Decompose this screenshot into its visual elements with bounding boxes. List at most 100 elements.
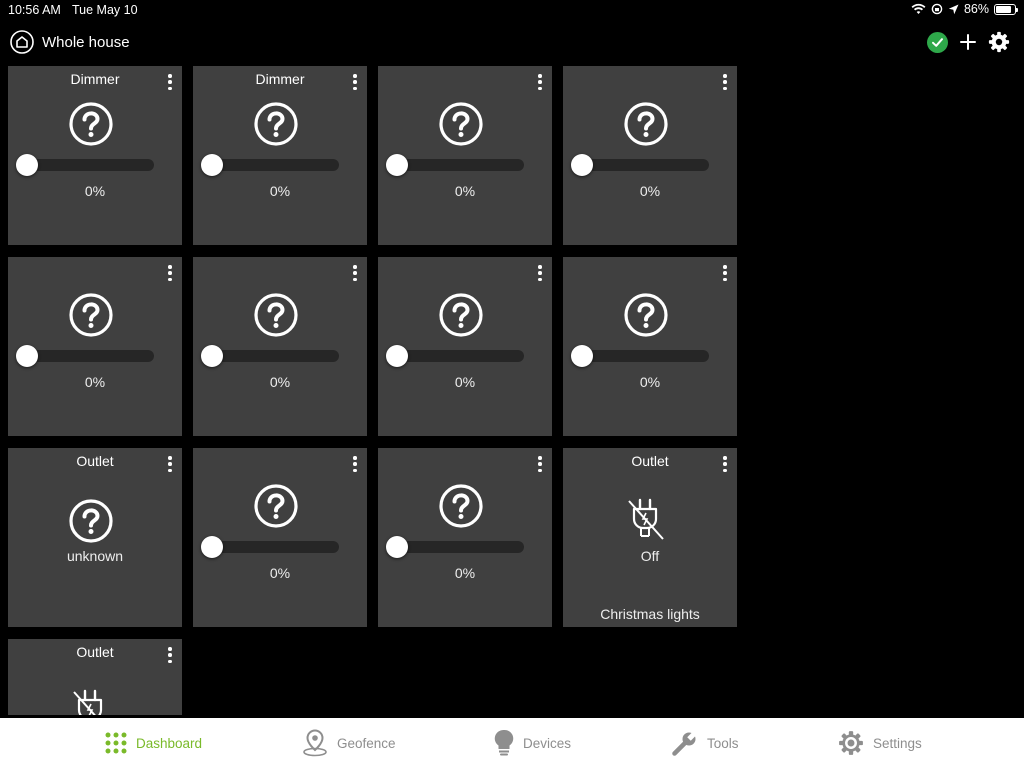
wifi-icon [911, 3, 926, 14]
tile-title: Outlet [76, 644, 114, 660]
tile-menu-icon[interactable] [351, 74, 359, 90]
lightbulb-icon [494, 729, 514, 756]
dimmer-slider-knob[interactable] [571, 345, 593, 367]
battery-icon [994, 3, 1018, 15]
settings-gear-icon[interactable] [988, 31, 1010, 53]
tile-menu-icon[interactable] [166, 74, 174, 90]
plug-off-icon [628, 498, 664, 540]
unknown-device-icon [254, 102, 298, 146]
dimmer-slider-knob[interactable] [386, 154, 408, 176]
unknown-device-icon [624, 293, 668, 337]
dimmer-level: 0% [454, 183, 476, 199]
dimmer-level: 0% [84, 374, 106, 390]
location-pin-icon [303, 729, 327, 757]
dimmer-slider[interactable] [575, 350, 709, 362]
dimmer-slider[interactable] [390, 159, 524, 171]
tile-title: Dimmer [255, 71, 305, 87]
device-tile[interactable]: Dimmer 0% [8, 66, 182, 245]
tab-dashboard[interactable]: Dashboard [105, 718, 202, 768]
tile-menu-icon[interactable] [536, 74, 544, 90]
tile-menu-icon[interactable] [351, 265, 359, 281]
dimmer-level: 0% [639, 374, 661, 390]
dimmer-slider[interactable] [20, 159, 154, 171]
tab-label: Settings [873, 735, 922, 751]
home-selector[interactable]: Whole house [10, 30, 130, 54]
tile-menu-icon[interactable] [166, 647, 174, 663]
dimmer-slider-knob[interactable] [386, 345, 408, 367]
dimmer-level: 0% [454, 374, 476, 390]
tab-tools[interactable]: Tools [672, 718, 739, 768]
tile-menu-icon[interactable] [536, 456, 544, 472]
tile-menu-icon[interactable] [721, 456, 729, 472]
device-tile[interactable]: Outlet [8, 639, 182, 715]
header: Whole house [0, 28, 1024, 58]
plug-off-icon [73, 689, 103, 715]
dimmer-slider-knob[interactable] [201, 154, 223, 176]
dimmer-slider[interactable] [390, 350, 524, 362]
orientation-lock-icon [931, 3, 943, 15]
dimmer-slider[interactable] [205, 541, 339, 553]
tile-title: Dimmer [70, 71, 120, 87]
tile-menu-icon[interactable] [536, 265, 544, 281]
unknown-device-icon [254, 293, 298, 337]
header-actions [927, 31, 1010, 53]
device-tile[interactable]: 0% [563, 257, 737, 436]
dimmer-slider-knob[interactable] [16, 345, 38, 367]
tab-geofence[interactable]: Geofence [302, 718, 396, 768]
status-indicators: 86% [911, 2, 1018, 16]
outlet-status: Off [640, 548, 660, 564]
tile-device-name: Christmas lights [600, 606, 700, 622]
tile-menu-icon[interactable] [721, 74, 729, 90]
device-tile[interactable]: Outlet Off Christmas lights [563, 448, 737, 627]
dimmer-level: 0% [454, 565, 476, 581]
dimmer-slider-knob[interactable] [201, 345, 223, 367]
add-icon[interactable] [958, 32, 978, 52]
battery-percent: 86% [963, 2, 989, 16]
grid-icon [105, 732, 127, 754]
connection-status-icon[interactable] [927, 31, 948, 53]
tile-menu-icon[interactable] [166, 265, 174, 281]
device-tile[interactable]: 0% [8, 257, 182, 436]
dimmer-level: 0% [269, 183, 291, 199]
device-tile[interactable]: 0% [563, 66, 737, 245]
device-tile[interactable]: 0% [193, 448, 367, 627]
tile-menu-icon[interactable] [721, 265, 729, 281]
dimmer-level: 0% [84, 183, 106, 199]
tab-label: Tools [707, 735, 739, 751]
dimmer-slider-knob[interactable] [16, 154, 38, 176]
dimmer-slider[interactable] [205, 159, 339, 171]
dimmer-slider[interactable] [575, 159, 709, 171]
dimmer-level: 0% [269, 565, 291, 581]
tab-settings[interactable]: Settings [838, 718, 922, 768]
dimmer-slider[interactable] [205, 350, 339, 362]
status-time: 10:56 AM [8, 3, 61, 17]
device-tile[interactable]: Dimmer 0% [193, 66, 367, 245]
device-tile[interactable]: 0% [378, 257, 552, 436]
location-arrow-icon [948, 4, 959, 14]
outlet-status: unknown [66, 548, 124, 564]
status-bar: 10:56 AM Tue May 10 86% [0, 0, 1024, 20]
tile-title: Outlet [76, 453, 114, 469]
tab-label: Geofence [337, 735, 396, 751]
device-tile[interactable]: 0% [378, 448, 552, 627]
device-tile[interactable]: Outlet unknown [8, 448, 182, 627]
dimmer-slider-knob[interactable] [386, 536, 408, 558]
dimmer-slider-knob[interactable] [201, 536, 223, 558]
tile-menu-icon[interactable] [351, 456, 359, 472]
dimmer-slider[interactable] [390, 541, 524, 553]
unknown-device-icon [254, 484, 298, 528]
dimmer-slider[interactable] [20, 350, 154, 362]
unknown-device-icon [439, 102, 483, 146]
unknown-device-icon [439, 293, 483, 337]
device-tile[interactable]: 0% [378, 66, 552, 245]
tab-devices[interactable]: Devices [494, 718, 571, 768]
unknown-device-icon [624, 102, 668, 146]
bottom-tab-bar: Dashboard Geofence Devices Tools Setting… [0, 718, 1024, 768]
unknown-device-icon [69, 499, 113, 543]
tab-label: Dashboard [136, 735, 203, 751]
dimmer-slider-knob[interactable] [571, 154, 593, 176]
unknown-device-icon [69, 293, 113, 337]
tile-menu-icon[interactable] [166, 456, 174, 472]
page-title: Whole house [42, 33, 130, 51]
device-tile[interactable]: 0% [193, 257, 367, 436]
